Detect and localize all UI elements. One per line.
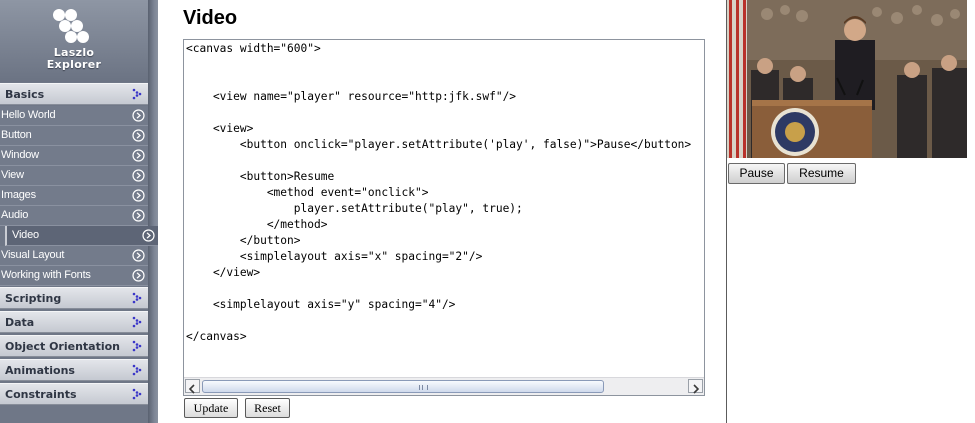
dotted-chevron-right-icon bbox=[132, 292, 142, 304]
sidebar-section-label: Data bbox=[5, 316, 35, 329]
code-editor[interactable]: <canvas width="600"> <view name="player"… bbox=[183, 39, 705, 396]
logo-subtitle: Explorer bbox=[46, 58, 102, 71]
circle-chevron-right-icon bbox=[132, 169, 145, 182]
sidebar-item-label: Working with Fonts bbox=[1, 269, 91, 281]
circle-chevron-right-icon bbox=[132, 209, 145, 222]
circle-chevron-right-icon bbox=[132, 269, 145, 282]
sidebar-item-label: Visual Layout bbox=[1, 249, 65, 261]
sidebar-item-button[interactable]: Button bbox=[0, 126, 148, 146]
circle-chevron-right-icon bbox=[132, 109, 145, 122]
video-player[interactable] bbox=[727, 0, 967, 158]
sidebar-item-view[interactable]: View bbox=[0, 166, 148, 186]
circle-chevron-right-icon bbox=[132, 149, 145, 162]
sidebar-section-data[interactable]: Data bbox=[0, 311, 148, 333]
dotted-chevron-right-icon bbox=[132, 364, 142, 376]
pause-button[interactable]: Pause bbox=[728, 163, 785, 184]
sidebar-item-video[interactable]: Video bbox=[5, 226, 158, 246]
sidebar-item-visual-layout[interactable]: Visual Layout bbox=[0, 246, 148, 266]
sidebar-item-audio[interactable]: Audio bbox=[0, 206, 148, 226]
horizontal-scrollbar[interactable] bbox=[184, 377, 704, 395]
resume-button[interactable]: Resume bbox=[787, 163, 856, 184]
video-frame-image bbox=[727, 0, 967, 158]
sidebar: Laszlo Explorer Basics Hello World Butto… bbox=[0, 0, 158, 423]
scroll-left-button[interactable] bbox=[185, 379, 200, 394]
sidebar-section-label: Constraints bbox=[5, 388, 77, 401]
dotted-chevron-right-icon bbox=[132, 388, 142, 400]
arrow-left-icon bbox=[188, 384, 195, 394]
circle-chevron-right-icon bbox=[142, 229, 155, 242]
sidebar-item-images[interactable]: Images bbox=[0, 186, 148, 206]
circle-chevron-right-icon bbox=[132, 189, 145, 202]
sidebar-section-label: Scripting bbox=[5, 292, 62, 305]
sidebar-item-label: Video bbox=[12, 229, 39, 241]
reset-button[interactable]: Reset bbox=[245, 398, 290, 418]
sidebar-item-label: Hello World bbox=[1, 109, 56, 121]
sidebar-item-label: Images bbox=[1, 189, 36, 201]
sidebar-section-object-orientation[interactable]: Object Orientation bbox=[0, 335, 148, 357]
sidebar-item-hello-world[interactable]: Hello World bbox=[0, 106, 148, 126]
circle-chevron-right-icon bbox=[132, 249, 145, 262]
dotted-chevron-right-icon bbox=[132, 340, 142, 352]
sidebar-section-label: Animations bbox=[5, 364, 75, 377]
arrow-right-icon bbox=[693, 384, 700, 394]
laszlo-logo-icon bbox=[53, 9, 89, 43]
dotted-chevron-right-icon bbox=[132, 316, 142, 328]
sidebar-edge bbox=[148, 0, 158, 423]
sidebar-item-window[interactable]: Window bbox=[0, 146, 148, 166]
sidebar-section-constraints[interactable]: Constraints bbox=[0, 383, 148, 405]
sidebar-item-label: Button bbox=[1, 129, 32, 141]
update-button[interactable]: Update bbox=[184, 398, 238, 418]
sidebar-section-animations[interactable]: Animations bbox=[0, 359, 148, 381]
page-title: Video bbox=[183, 7, 238, 29]
grip-icon bbox=[419, 385, 428, 390]
dotted-chevron-right-icon bbox=[132, 88, 142, 100]
sidebar-item-label: View bbox=[1, 169, 24, 181]
sidebar-item-label: Audio bbox=[1, 209, 29, 221]
logo[interactable]: Laszlo Explorer bbox=[0, 0, 148, 82]
sidebar-item-working-with-fonts[interactable]: Working with Fonts bbox=[0, 266, 148, 286]
sidebar-section-scripting[interactable]: Scripting bbox=[0, 287, 148, 309]
circle-chevron-right-icon bbox=[132, 129, 145, 142]
sidebar-section-label: Basics bbox=[5, 88, 45, 101]
preview-panel: Pause Resume bbox=[727, 0, 975, 423]
sidebar-section-basics[interactable]: Basics bbox=[0, 83, 148, 105]
code-text[interactable]: <canvas width="600"> <view name="player"… bbox=[186, 41, 691, 345]
sidebar-item-label: Window bbox=[1, 149, 39, 161]
sidebar-section-label: Object Orientation bbox=[5, 340, 121, 353]
scroll-right-button[interactable] bbox=[688, 379, 703, 394]
main-panel: Video <canvas width="600"> <view name="p… bbox=[158, 0, 726, 423]
scroll-thumb[interactable] bbox=[202, 380, 604, 393]
